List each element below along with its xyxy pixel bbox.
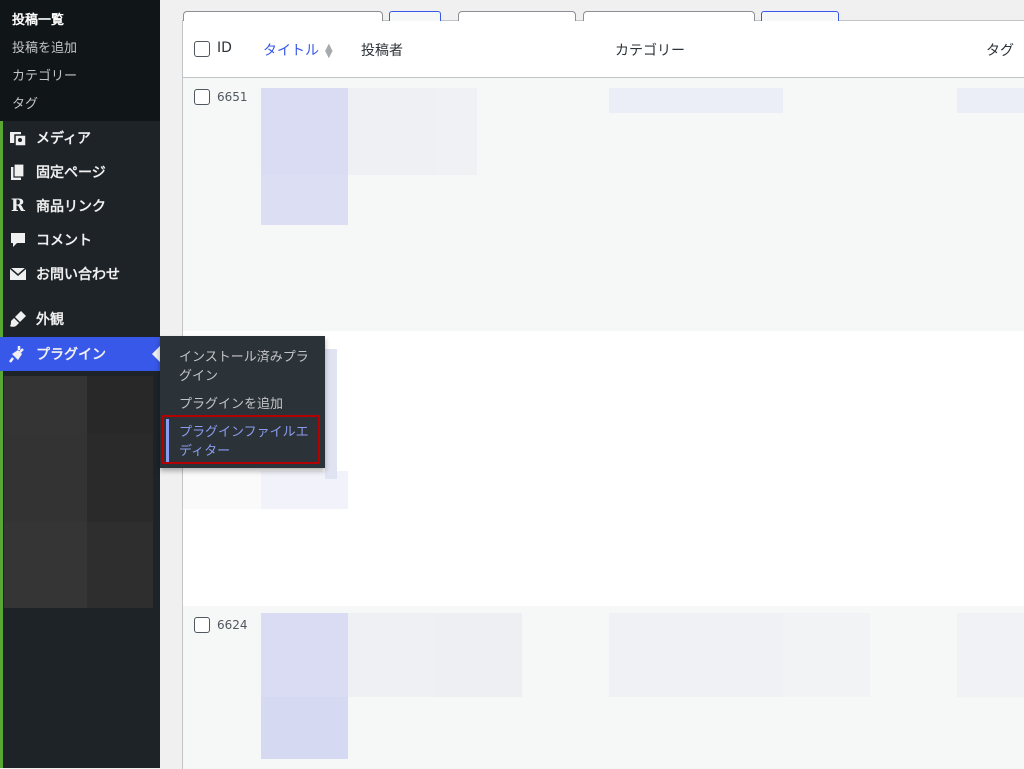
table-header: ID タイトル ▲ ▼ 投稿者 カテゴリー タグ	[183, 21, 1024, 78]
column-id[interactable]: ID	[217, 40, 232, 56]
pages-icon	[8, 162, 28, 182]
media-icon	[8, 128, 28, 148]
column-author: 投稿者	[361, 43, 403, 59]
blurred-region	[87, 522, 153, 608]
flyout-add-plugin[interactable]: プラグインを追加	[179, 395, 319, 414]
column-tag: タグ	[986, 43, 1014, 59]
select-all-checkbox[interactable]	[194, 41, 210, 57]
blurred-region	[4, 434, 87, 522]
column-title-label: タイトル	[263, 43, 319, 59]
posts-submenu: 投稿一覧 投稿を追加 カテゴリー タグ	[0, 0, 160, 121]
blurred-category	[609, 613, 783, 697]
blurred-author	[348, 613, 435, 697]
sidebar-item-comments[interactable]: コメント	[0, 223, 160, 257]
active-menu-arrow	[152, 346, 160, 362]
sidebar-item-label: プラグイン	[36, 347, 106, 363]
paintbrush-icon	[8, 309, 28, 329]
blurred-region	[4, 522, 87, 608]
blurred-title	[261, 613, 348, 697]
blurred-author	[348, 88, 435, 175]
mail-icon	[8, 264, 28, 284]
sort-icon: ▲ ▼	[325, 42, 333, 60]
table-row: 6624	[183, 606, 1024, 769]
submenu-categories[interactable]: カテゴリー	[12, 65, 77, 84]
blurred-title	[261, 175, 348, 225]
plugin-icon	[8, 344, 28, 364]
row-id: 6624	[217, 618, 248, 632]
blurred-region	[4, 376, 87, 434]
blurred-author	[435, 613, 522, 697]
submenu-all-posts[interactable]: 投稿一覧	[12, 9, 64, 28]
sidebar-item-label: 商品リンク	[36, 199, 106, 215]
admin-sidebar: 投稿一覧 投稿を追加 カテゴリー タグ メディア 固定ページ R 商品リンク コ…	[0, 0, 160, 768]
table-row: 6651	[183, 78, 1024, 331]
blurred-region	[87, 376, 153, 434]
submenu-add-post[interactable]: 投稿を追加	[12, 37, 77, 56]
sidebar-item-contact[interactable]: お問い合わせ	[0, 257, 160, 291]
column-title[interactable]: タイトル ▲ ▼	[263, 40, 333, 60]
blurred-tag	[957, 613, 1024, 697]
blurred-tag	[957, 88, 1024, 113]
sidebar-item-label: 外観	[36, 312, 64, 328]
comment-icon	[8, 230, 28, 250]
row-checkbox[interactable]	[194, 617, 210, 633]
sidebar-item-pages[interactable]: 固定ページ	[0, 155, 160, 189]
flyout-installed-plugins[interactable]: インストール済みプラグイン	[179, 348, 319, 386]
sidebar-item-appearance[interactable]: 外観	[0, 302, 160, 336]
sidebar-item-media[interactable]: メディア	[0, 121, 160, 155]
submenu-tags[interactable]: タグ	[12, 93, 38, 112]
sidebar-item-label: お問い合わせ	[36, 267, 120, 283]
blurred-title	[325, 349, 337, 479]
sidebar-item-plugins[interactable]: プラグイン	[0, 337, 160, 371]
blurred-title	[261, 697, 348, 759]
blurred-region	[87, 434, 153, 522]
rakuten-icon: R	[10, 196, 26, 216]
column-category: カテゴリー	[615, 43, 685, 59]
sidebar-item-label: コメント	[36, 233, 92, 249]
row-checkbox[interactable]	[194, 89, 210, 105]
sidebar-item-label: メディア	[36, 131, 92, 147]
blurred-cell	[183, 471, 261, 509]
blurred-title	[261, 88, 348, 175]
row-id: 6651	[217, 90, 248, 104]
blurred-author	[435, 88, 477, 175]
sidebar-item-label: 固定ページ	[36, 165, 106, 181]
blurred-category	[609, 88, 783, 113]
highlight-box	[162, 415, 320, 464]
sidebar-item-product-link[interactable]: R 商品リンク	[0, 189, 160, 223]
blurred-category	[783, 613, 870, 697]
